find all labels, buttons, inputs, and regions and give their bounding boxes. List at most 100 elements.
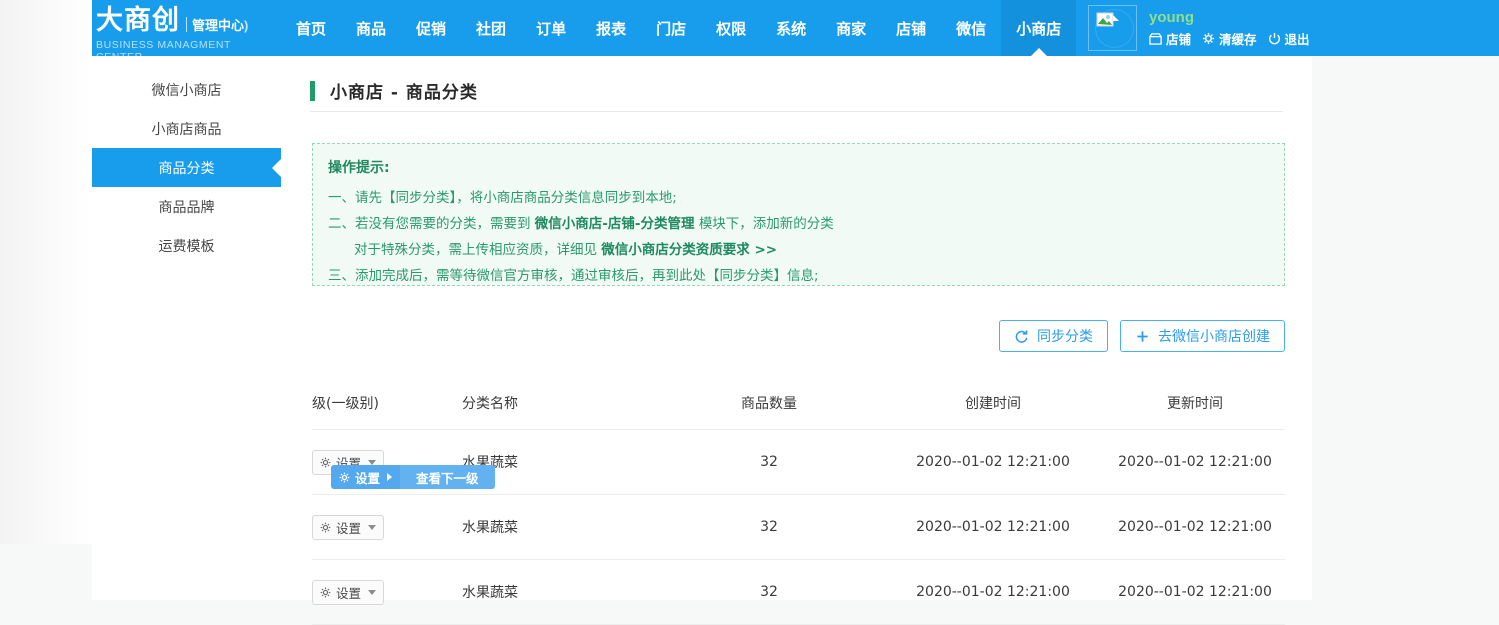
logout-link[interactable]: 退出	[1268, 29, 1310, 48]
row-created-time: 2020--01-02 12:21:00	[881, 519, 1105, 535]
row-count: 32	[657, 454, 881, 470]
sidebar-item-shipping-template[interactable]: 运费模板	[92, 226, 281, 265]
page-title: 小商店 - 商品分类	[310, 78, 478, 103]
main-content-panel: 小商店 - 商品分类 操作提示: 一、请先【同步分类】，将小商店商品分类信息同步…	[281, 56, 1312, 600]
gear-icon	[1202, 32, 1215, 45]
nav-item-community[interactable]: 社团	[461, 0, 521, 56]
settings-label: 设置	[336, 518, 361, 537]
chevron-down-icon	[368, 590, 376, 595]
brand-subtitle: 管理中心)	[192, 17, 248, 36]
nav-item-merchants[interactable]: 商家	[821, 0, 881, 56]
tips-line-2-suffix: 模块下，添加新的分类	[699, 216, 834, 232]
sidebar-item-label: 商品品牌	[159, 197, 215, 217]
settings-dropdown-button[interactable]: 设置	[312, 580, 384, 605]
sidebar-item-label: 小商店商品	[152, 119, 222, 139]
row-updated-time: 2020--01-02 12:21:00	[1105, 519, 1285, 535]
tips-line-2-prefix: 二、若没有您需要的分类，需要到	[328, 216, 531, 232]
dropdown-menu-item-view-sublevel[interactable]: 查看下一级	[400, 465, 495, 489]
row-created-time: 2020--01-02 12:21:00	[881, 454, 1105, 470]
nav-item-wechat[interactable]: 微信	[941, 0, 1001, 56]
tips-line-3: 对于特殊分类，需上传相应资质，详细见 微信小商店分类资质要求 >>	[328, 237, 1284, 263]
nav-item-goods[interactable]: 商品	[341, 0, 401, 56]
nav-item-shops[interactable]: 店铺	[881, 0, 941, 56]
nav-item-system[interactable]: 系统	[761, 0, 821, 56]
sidebar-active-notch-icon	[272, 159, 281, 177]
table-row: 设置 水果蔬菜 32 2020--01-02 12:21:00 2020--01…	[312, 495, 1285, 560]
nav-label: 商品	[356, 18, 386, 39]
dropdown-trigger[interactable]: 设置	[331, 465, 400, 489]
nav-label: 商家	[836, 18, 866, 39]
dropdown-menu-item-label: 查看下一级	[416, 468, 479, 487]
nav-item-mini-shop[interactable]: 小商店	[1001, 0, 1076, 56]
nav-item-orders[interactable]: 订单	[521, 0, 581, 56]
row-settings-cell: 设置	[312, 515, 462, 540]
row-updated-time: 2020--01-02 12:21:00	[1105, 584, 1285, 600]
nav-item-reports[interactable]: 报表	[581, 0, 641, 56]
sync-category-button[interactable]: 同步分类	[999, 320, 1108, 352]
title-accent-bar	[310, 81, 315, 101]
clear-cache-label: 清缓存	[1219, 29, 1257, 48]
clear-cache-link[interactable]: 清缓存	[1202, 29, 1257, 48]
row-name: 水果蔬菜	[462, 582, 657, 602]
category-table: 级(一级别) 分类名称 商品数量 创建时间 更新时间	[312, 377, 1285, 625]
user-info: young 店铺	[1149, 9, 1310, 48]
operation-tips-box: 操作提示: 一、请先【同步分类】，将小商店商品分类信息同步到本地; 二、若没有您…	[312, 143, 1285, 286]
power-icon	[1268, 32, 1281, 45]
nav-item-promotion[interactable]: 促销	[401, 0, 461, 56]
main-navigation: 首页 商品 促销 社团 订单 报表 门店 权限 系统 商家 店铺 微信 小商店	[281, 0, 1076, 56]
tips-line-2: 二、若没有您需要的分类，需要到 微信小商店-店铺-分类管理 模块下，添加新的分类	[328, 211, 1284, 237]
tips-line-3-prefix: 对于特殊分类，需上传相应资质，详细见	[354, 242, 597, 258]
sidebar-item-goods-category[interactable]: 商品分类	[92, 148, 281, 187]
shop-link[interactable]: 店铺	[1149, 29, 1191, 48]
sync-category-label: 同步分类	[1037, 326, 1093, 346]
row-created-time: 2020--01-02 12:21:00	[881, 584, 1105, 600]
action-button-group: 同步分类 去微信小商店创建	[999, 320, 1285, 352]
nav-label: 小商店	[1016, 18, 1061, 39]
nav-item-permissions[interactable]: 权限	[701, 0, 761, 56]
table-row: 设置 水果蔬菜 32 2020--01-02 12:21:00 2020--01…	[312, 560, 1285, 625]
avatar[interactable]	[1088, 5, 1137, 51]
row-settings-cell: 设置	[312, 580, 462, 605]
sidebar: 微信小商店 小商店商品 商品分类 商品品牌 运费模板	[92, 56, 281, 600]
nav-label: 订单	[536, 18, 566, 39]
shop-link-label: 店铺	[1166, 29, 1191, 48]
refresh-icon	[1014, 329, 1029, 344]
shop-icon	[1149, 32, 1162, 45]
sidebar-item-goods-brand[interactable]: 商品品牌	[92, 187, 281, 226]
title-divider	[310, 111, 1283, 112]
sidebar-item-label: 商品分类	[159, 158, 215, 178]
sidebar-item-label: 运费模板	[159, 236, 215, 256]
settings-dropdown-button[interactable]: 设置	[312, 515, 384, 540]
nav-label: 系统	[776, 18, 806, 39]
chevron-down-icon	[368, 525, 376, 530]
sidebar-item-wechat-mini-shop[interactable]: 微信小商店	[92, 70, 281, 109]
sidebar-item-mini-shop-goods[interactable]: 小商店商品	[92, 109, 281, 148]
tips-line-1: 一、请先【同步分类】，将小商店商品分类信息同步到本地;	[328, 185, 1284, 211]
gear-icon	[320, 457, 331, 468]
brand-logo-block[interactable]: 大商创 管理中心) BUSINESS MANAGMENT CENTER	[96, 2, 272, 54]
dropdown-trigger-label: 设置	[355, 468, 380, 487]
nav-label: 微信	[956, 18, 986, 39]
qualification-requirement-link[interactable]: 微信小商店分类资质要求 >>	[601, 242, 777, 258]
sidebar-outer-shadow	[0, 0, 92, 544]
column-header-name: 分类名称	[462, 393, 657, 413]
nav-item-home[interactable]: 首页	[281, 0, 341, 56]
category-management-link[interactable]: 微信小商店-店铺-分类管理	[535, 216, 695, 232]
settings-dropdown-open: 设置 查看下一级	[331, 465, 495, 489]
chevron-down-icon	[368, 460, 376, 465]
plus-icon	[1135, 329, 1150, 344]
nav-label: 报表	[596, 18, 626, 39]
gear-icon	[320, 587, 331, 598]
nav-item-stores[interactable]: 门店	[641, 0, 701, 56]
user-name: young	[1149, 9, 1310, 26]
table-header-row: 级(一级别) 分类名称 商品数量 创建时间 更新时间	[312, 377, 1285, 430]
go-create-label: 去微信小商店创建	[1158, 326, 1270, 346]
nav-label: 门店	[656, 18, 686, 39]
brand-divider	[186, 17, 187, 32]
row-name: 水果蔬菜	[462, 517, 657, 537]
chevron-right-icon	[387, 473, 392, 481]
go-create-in-wechat-button[interactable]: 去微信小商店创建	[1120, 320, 1285, 352]
column-header-level: 级(一级别)	[312, 393, 462, 413]
nav-label: 权限	[716, 18, 746, 39]
tips-line-4: 三、添加完成后，需等待微信官方审核，通过审核后，再到此处【同步分类】信息;	[328, 263, 1284, 289]
